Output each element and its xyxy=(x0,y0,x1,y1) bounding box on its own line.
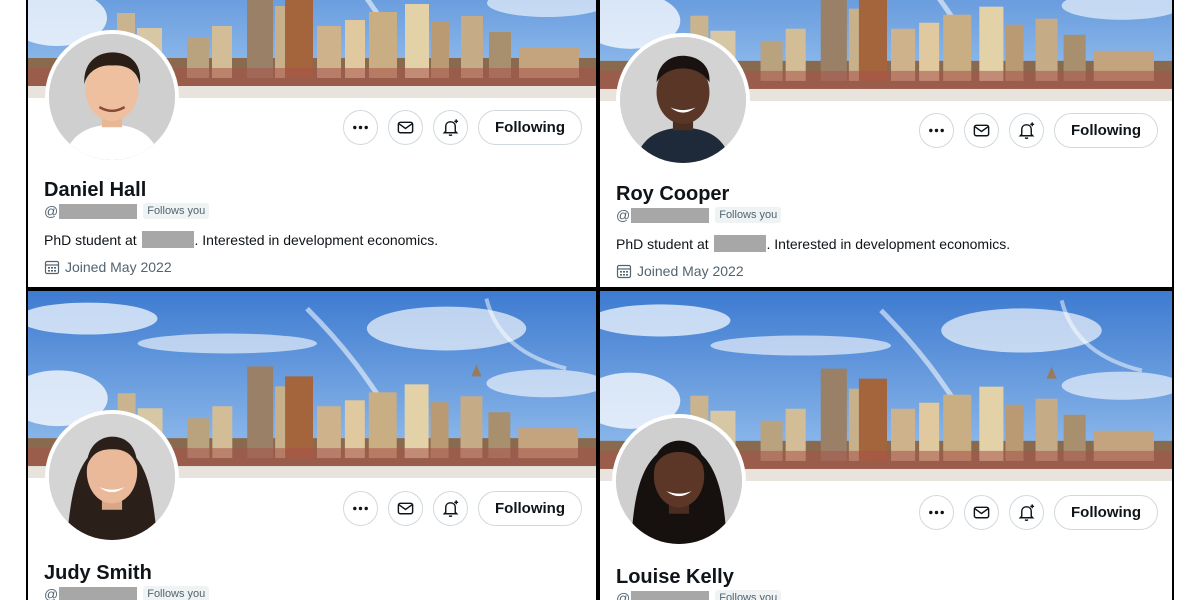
profile-card: Following Louise Kelly @ Follows you xyxy=(600,291,1172,600)
profile-info: Roy Cooper @ Follows you PhD student at … xyxy=(616,182,1158,279)
profile-bio: PhD student at . Interested in developme… xyxy=(616,235,1158,252)
profile-name: Daniel Hall xyxy=(44,179,147,201)
more-icon xyxy=(929,128,944,133)
mail-icon xyxy=(973,506,990,519)
bio-suffix: . Interested in development economics. xyxy=(194,231,439,248)
more-button[interactable] xyxy=(919,495,955,530)
redacted-handle xyxy=(631,590,710,600)
avatar[interactable] xyxy=(45,410,179,544)
redacted-institution xyxy=(713,235,766,252)
handle-row: @ Follows you xyxy=(44,203,582,219)
avatar[interactable] xyxy=(45,30,179,164)
more-button[interactable] xyxy=(919,113,955,148)
bell-plus-icon xyxy=(442,500,459,518)
profile-actions: Following xyxy=(919,495,1158,530)
message-button[interactable] xyxy=(388,110,424,145)
profile-actions: Following xyxy=(343,491,582,526)
more-icon xyxy=(929,510,944,515)
more-icon xyxy=(353,506,368,511)
mail-icon xyxy=(397,121,414,134)
follows-you-badge: Follows you xyxy=(715,590,782,600)
more-button[interactable] xyxy=(343,110,379,145)
handle-row: @ Follows you xyxy=(616,590,1158,600)
calendar-icon xyxy=(44,260,60,275)
redacted-handle xyxy=(59,586,138,600)
message-button[interactable] xyxy=(388,491,424,526)
profile-info: Judy Smith @ Follows you xyxy=(44,561,582,600)
at-sign: @ xyxy=(44,203,59,219)
joined-date: Joined May 2022 xyxy=(616,263,1158,279)
joined-date: Joined May 2022 xyxy=(44,259,582,275)
avatar[interactable] xyxy=(616,33,750,167)
more-button[interactable] xyxy=(343,491,379,526)
message-button[interactable] xyxy=(964,113,1000,148)
bio-suffix: . Interested in development economics. xyxy=(766,235,1011,252)
profile-card: Following Judy Smith @ Follows you xyxy=(28,291,596,600)
profile-actions: Following xyxy=(343,110,582,145)
profile-name: Roy Cooper xyxy=(616,183,730,205)
profile-name: Louise Kelly xyxy=(616,566,734,588)
handle-row: @ Follows you xyxy=(44,586,582,600)
profile-info: Daniel Hall @ Follows you PhD student at… xyxy=(44,178,582,275)
notify-button[interactable] xyxy=(1009,113,1045,148)
avatar[interactable] xyxy=(612,414,746,548)
at-sign: @ xyxy=(616,207,631,223)
joined-text: Joined May 2022 xyxy=(65,259,172,275)
at-sign: @ xyxy=(616,590,631,600)
profile-actions: Following xyxy=(919,113,1158,148)
follows-you-badge: Follows you xyxy=(715,207,782,223)
message-button[interactable] xyxy=(964,495,1000,530)
bell-plus-icon xyxy=(1018,504,1035,522)
bio-prefix: PhD student at xyxy=(44,231,137,248)
profile-card: Following Daniel Hall @ Follows you PhD … xyxy=(28,0,596,287)
mail-icon xyxy=(973,124,990,137)
more-icon xyxy=(353,125,368,130)
notify-button[interactable] xyxy=(1009,495,1045,530)
calendar-icon xyxy=(616,264,632,279)
following-button[interactable]: Following xyxy=(1054,113,1158,148)
following-button[interactable]: Following xyxy=(478,110,582,145)
at-sign: @ xyxy=(44,586,59,600)
redacted-institution xyxy=(141,231,194,248)
profile-info: Louise Kelly @ Follows you xyxy=(616,565,1158,600)
profile-card: Following Roy Cooper @ Follows you PhD s… xyxy=(600,0,1172,287)
follows-you-badge: Follows you xyxy=(143,586,210,600)
bell-plus-icon xyxy=(1018,122,1035,140)
follows-you-badge: Follows you xyxy=(143,203,210,219)
redacted-handle xyxy=(59,203,138,219)
handle-row: @ Follows you xyxy=(616,207,1158,223)
following-button[interactable]: Following xyxy=(478,491,582,526)
profile-name: Judy Smith xyxy=(44,562,152,584)
following-button[interactable]: Following xyxy=(1054,495,1158,530)
redacted-handle xyxy=(631,207,710,223)
joined-text: Joined May 2022 xyxy=(637,263,744,279)
mail-icon xyxy=(397,502,414,515)
notify-button[interactable] xyxy=(433,491,469,526)
profile-grid: Following Daniel Hall @ Follows you PhD … xyxy=(26,0,1174,600)
notify-button[interactable] xyxy=(433,110,469,145)
bell-plus-icon xyxy=(442,119,459,137)
profile-bio: PhD student at . Interested in developme… xyxy=(44,231,582,248)
bio-prefix: PhD student at xyxy=(616,235,709,252)
